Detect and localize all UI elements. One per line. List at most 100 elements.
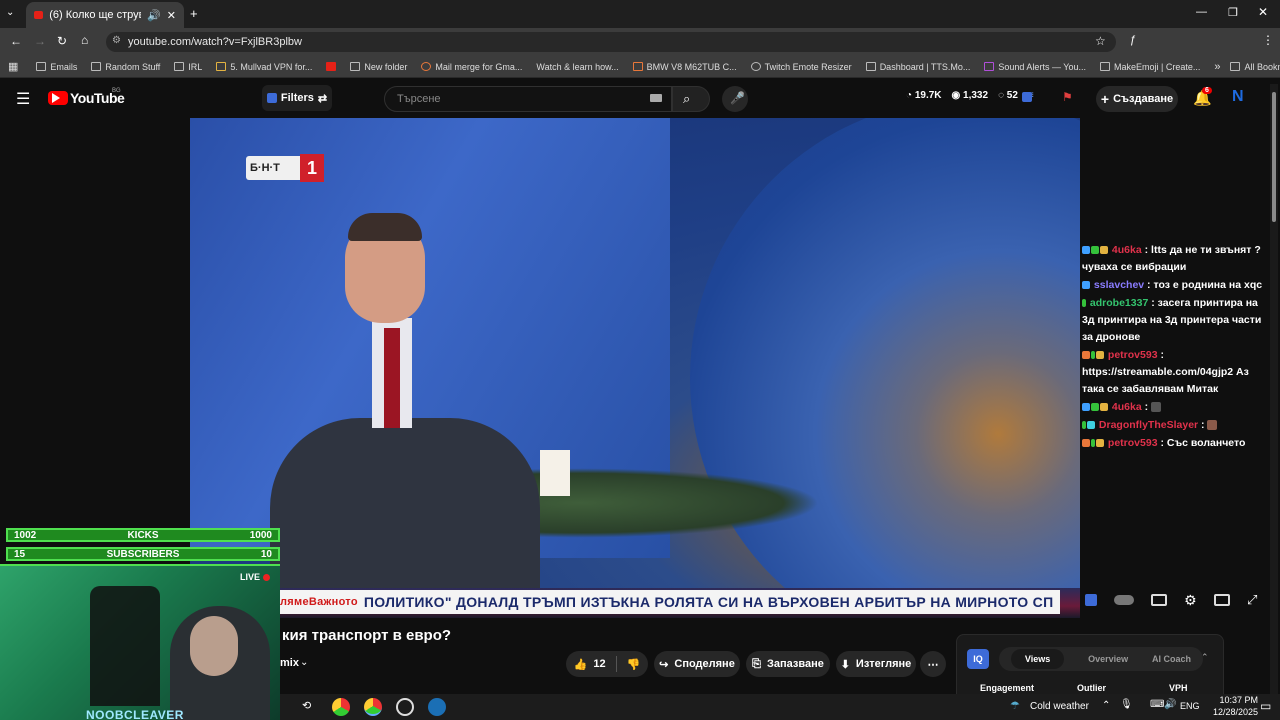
save-button[interactable]: ⎘ Запазване	[746, 651, 830, 677]
filters-button[interactable]: Filters ⇄	[262, 85, 332, 111]
plus-icon: +	[1100, 91, 1110, 107]
settings-gear-icon[interactable]: ⚙	[1184, 592, 1197, 609]
share-button[interactable]: ↪ Споделяне	[654, 651, 740, 677]
clock-time[interactable]: 10:37 PM	[1204, 695, 1258, 705]
iq-badge: IQ	[967, 649, 989, 669]
emote-icon	[1207, 420, 1218, 431]
bookmark-item[interactable]: Mail merge for Gma...	[421, 62, 522, 72]
badge-icon	[1100, 246, 1108, 255]
views-stat: ◔ 19.7K	[906, 90, 942, 101]
chrome-icon[interactable]	[332, 698, 350, 716]
close-window-icon[interactable]: ✕	[1258, 5, 1268, 19]
tab-list-icon[interactable]: ⌄	[6, 7, 14, 18]
news-ticker: лямеВажното ПОЛИТИКО" ДОНАЛД ТРЪМП ИЗТЪК…	[280, 590, 1060, 614]
weather-icon[interactable]: ☂	[1010, 699, 1020, 712]
play-triangle-icon	[52, 93, 60, 103]
tab-views[interactable]: Views	[1010, 649, 1065, 669]
back-icon[interactable]: ←	[10, 34, 22, 48]
search-button[interactable]: ⌕	[672, 86, 710, 112]
earth-backdrop	[690, 118, 1080, 618]
bookmark-item[interactable]: Sound Alerts — You...	[984, 62, 1086, 72]
iq-player-icon[interactable]	[1084, 594, 1097, 606]
taskbar-app-icon[interactable]: ⟲	[302, 699, 311, 712]
video-player[interactable]: Б·Н·Т 1	[190, 118, 1080, 618]
chat-message: 4u6ka :	[1082, 399, 1268, 416]
like-count[interactable]: 12	[593, 658, 605, 670]
tab-ai-coach[interactable]: AI Coach	[1152, 654, 1191, 664]
bookmark-item[interactable]: MakeEmoji | Create...	[1099, 62, 1200, 72]
fullscreen-icon[interactable]: ⤢	[1247, 592, 1257, 608]
voice-search-button[interactable]: 🎤	[722, 86, 748, 112]
badge-icon	[1091, 439, 1095, 448]
scrollbar-thumb[interactable]	[1272, 92, 1276, 222]
badge-icon	[1082, 403, 1090, 412]
iq-ext-icon[interactable]	[1022, 92, 1032, 102]
extensions-icon[interactable]: ƒ	[1130, 34, 1136, 46]
steam-icon[interactable]	[428, 698, 446, 716]
more-actions-button[interactable]: ⋯	[920, 651, 946, 677]
reload-icon[interactable]: ↻	[57, 34, 67, 48]
keyboard-icon[interactable]	[650, 94, 662, 102]
bookmark-item[interactable]: 5. Mullvad VPN for...	[216, 62, 312, 72]
forward-icon[interactable]: →	[34, 34, 46, 48]
avatar[interactable]: N	[1232, 88, 1244, 106]
volume-icon[interactable]: 🔊	[1164, 699, 1176, 710]
bookmark-item[interactable]: Dashboard | TTS.Mo...	[865, 62, 970, 72]
bookmark-item[interactable]: Twitch Emote Resizer	[750, 62, 852, 72]
dislike-icon[interactable]: 👎	[627, 658, 641, 671]
more-bookmarks-icon[interactable]: »	[1214, 61, 1220, 73]
bookmark-item[interactable]: IRL	[174, 62, 202, 72]
chat-text: ltts да не ти звънят ? чуваха се вибраци…	[1082, 244, 1261, 273]
language-indicator[interactable]: ENG	[1180, 701, 1200, 711]
url-field[interactable]: youtube.com/watch?v=FxjlBR3plbw	[106, 32, 1116, 52]
hamburger-menu-icon[interactable]: ☰	[16, 89, 30, 109]
create-button[interactable]: + Създаване	[1096, 86, 1178, 112]
network-icon[interactable]: ⌨	[1150, 699, 1164, 710]
new-tab-icon[interactable]: +	[190, 6, 198, 21]
bookmark-item[interactable]: Watch & learn how...	[536, 62, 618, 72]
youtube-favicon-icon	[326, 62, 337, 71]
captions-icon[interactable]	[1150, 594, 1167, 606]
tab-audio-icon[interactable]: 🔊	[147, 9, 161, 22]
count-stat: ◌ 52	[998, 90, 1018, 101]
tray-chevron-icon[interactable]: ⌃	[1102, 700, 1110, 711]
autoplay-toggle[interactable]	[1113, 595, 1134, 605]
notification-center-icon[interactable]: ▭	[1260, 699, 1271, 713]
mic-tray-icon[interactable]: 🎙	[1120, 699, 1133, 710]
anchor-body	[270, 418, 540, 598]
browser-menu-icon[interactable]: ⋮	[1262, 33, 1274, 47]
watching-stat: ◉ 1,332	[951, 90, 989, 101]
bookmark-item[interactable]: Emails	[36, 62, 77, 72]
bookmark-item[interactable]: New folder	[350, 62, 407, 72]
site-info-icon[interactable]: ⚙	[112, 35, 121, 46]
makeemoji-icon	[1099, 62, 1110, 71]
chevron-down-icon[interactable]: ⌄	[300, 657, 308, 668]
minimize-icon[interactable]: —	[1196, 6, 1207, 18]
badge-icon	[1082, 299, 1086, 308]
youtube-favicon-icon	[34, 11, 44, 19]
collapse-icon[interactable]: ⌃	[1201, 652, 1209, 663]
apps-grid-icon[interactable]: ▦	[8, 60, 18, 73]
tab-close-icon[interactable]: ✕	[167, 9, 176, 22]
mix-label[interactable]: mix	[280, 657, 299, 669]
extension-icon[interactable]: ⚑	[1062, 90, 1073, 104]
clock-date[interactable]: 12/28/2025	[1204, 707, 1258, 717]
search-input[interactable]: Търсене	[384, 86, 672, 112]
miniplayer-icon[interactable]	[1213, 594, 1230, 606]
all-bookmarks[interactable]: All Bookmarks	[1230, 62, 1280, 72]
kicks-label: KICKS	[127, 529, 159, 541]
bookmark-item[interactable]: Random Stuff	[91, 62, 160, 72]
download-icon: ⬇	[840, 658, 850, 671]
home-icon[interactable]: ⌂	[81, 33, 88, 47]
chrome-active-icon[interactable]	[364, 698, 382, 716]
download-button[interactable]: ⬇ Изтегляне	[836, 651, 916, 677]
weather-text[interactable]: Cold weather	[1030, 701, 1089, 712]
restore-icon[interactable]: ❐	[1228, 6, 1238, 19]
bookmark-item[interactable]: BMW V8 M62TUB C...	[632, 62, 737, 72]
bookmark-item-youtube[interactable]	[326, 62, 337, 71]
tab-overview[interactable]: Overview	[1088, 654, 1128, 664]
obs-icon[interactable]	[396, 698, 414, 716]
browser-tab[interactable]: (6) Колко ще струват били 🔊 ✕	[26, 2, 184, 28]
bookmark-star-icon[interactable]: ☆	[1095, 34, 1106, 48]
like-icon[interactable]: 👍	[574, 658, 588, 671]
